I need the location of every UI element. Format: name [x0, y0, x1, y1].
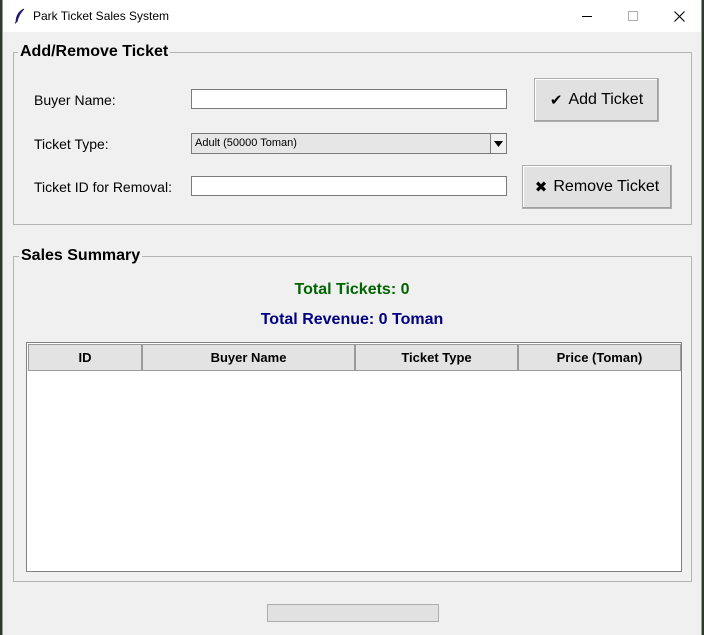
ticket-type-selected: Adult (50000 Toman): [195, 137, 297, 149]
ticket-type-select[interactable]: Adult (50000 Toman): [191, 133, 507, 154]
add-ticket-label: Add Ticket: [568, 91, 644, 108]
add-ticket-button[interactable]: ✔ Add Ticket: [534, 78, 659, 122]
remove-ticket-label: Remove Ticket: [553, 178, 660, 195]
total-tickets-text: Total Tickets: 0: [294, 281, 410, 298]
app-window: Park Ticket Sales System Add/Remove Tick…: [2, 0, 702, 635]
total-revenue-text: Total Revenue: 0 Toman: [260, 311, 444, 328]
add-remove-group-title: Add/Remove Ticket: [18, 43, 171, 61]
feather-icon: [13, 8, 27, 24]
table-header: ID Buyer Name Ticket Type Price (Toman): [28, 344, 681, 371]
sales-summary-group-title: Sales Summary: [19, 247, 143, 265]
remove-ticket-button[interactable]: ✖ Remove Ticket: [522, 165, 672, 209]
window-title: Park Ticket Sales System: [33, 9, 170, 23]
maximize-button[interactable]: [610, 0, 656, 32]
column-header-buyer-name[interactable]: Buyer Name: [142, 344, 355, 371]
minimize-icon: [582, 16, 592, 17]
chevron-down-icon[interactable]: [490, 134, 506, 153]
minimize-button[interactable]: [564, 0, 610, 32]
cross-icon: ✖: [534, 179, 548, 196]
buyer-name-label: Buyer Name:: [34, 92, 116, 108]
checkmark-icon: ✔: [549, 92, 563, 109]
maximize-icon: [628, 11, 638, 21]
column-header-price[interactable]: Price (Toman): [518, 344, 681, 371]
ticket-type-label: Ticket Type:: [34, 136, 109, 152]
bottom-button[interactable]: [267, 604, 439, 622]
close-icon: [673, 10, 685, 22]
sales-table[interactable]: ID Buyer Name Ticket Type Price (Toman): [26, 342, 682, 572]
column-header-id[interactable]: ID: [28, 344, 142, 371]
ticket-id-label: Ticket ID for Removal:: [34, 179, 172, 195]
buyer-name-input[interactable]: [191, 89, 507, 109]
ticket-id-input[interactable]: [191, 176, 507, 196]
title-bar: Park Ticket Sales System: [3, 0, 701, 32]
close-button[interactable]: [656, 0, 702, 32]
column-header-ticket-type[interactable]: Ticket Type: [355, 344, 518, 371]
